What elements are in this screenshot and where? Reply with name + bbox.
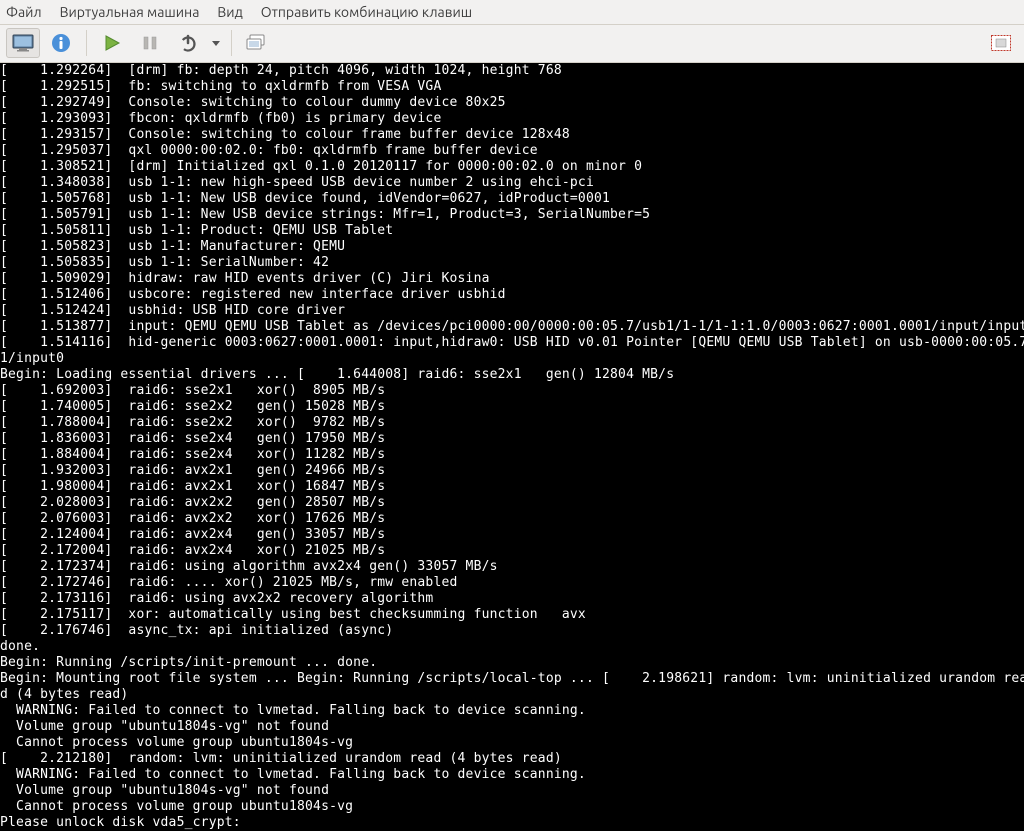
console-line: [ 1.292264] [drm] fb: depth 24, pitch 40…: [0, 63, 1024, 79]
console-line: [ 2.172004] raid6: avx2x4 xor() 21025 MB…: [0, 543, 1024, 559]
toolbar-separator: [86, 30, 87, 56]
console-line: [ 1.740005] raid6: sse2x2 gen() 15028 MB…: [0, 399, 1024, 415]
run-button[interactable]: [95, 28, 129, 58]
menu-view[interactable]: Вид: [217, 4, 242, 20]
console-line: [ 1.295037] qxl 0000:00:02.0: fb0: qxldr…: [0, 143, 1024, 159]
fullscreen-icon: [991, 35, 1011, 51]
console-line: Volume group "ubuntu1804s-vg" not found: [0, 719, 1024, 735]
vm-console[interactable]: [ 1.292264] [drm] fb: depth 24, pitch 40…: [0, 63, 1024, 831]
console-line: [ 2.124004] raid6: avx2x4 gen() 33057 MB…: [0, 527, 1024, 543]
console-line: [ 1.513877] input: QEMU QEMU USB Tablet …: [0, 319, 1024, 335]
play-icon: [103, 34, 121, 52]
monitor-icon: [12, 34, 34, 52]
console-line: [ 1.692003] raid6: sse2x1 xor() 8905 MB/…: [0, 383, 1024, 399]
fullscreen-button[interactable]: [984, 28, 1018, 58]
console-line: [ 1.348038] usb 1-1: new high-speed USB …: [0, 175, 1024, 191]
menubar: Файл Виртуальная машина Вид Отправить ко…: [0, 0, 1024, 25]
console-line: Cannot process volume group ubuntu1804s-…: [0, 799, 1024, 815]
console-line: [ 2.172746] raid6: .... xor() 21025 MB/s…: [0, 575, 1024, 591]
console-line: Begin: Loading essential drivers ... [ 1…: [0, 367, 1024, 383]
console-line: [ 1.509029] hidraw: raw HID events drive…: [0, 271, 1024, 287]
console-line: [ 1.932003] raid6: avx2x1 gen() 24966 MB…: [0, 463, 1024, 479]
console-line: Begin: Mounting root file system ... Beg…: [0, 671, 1024, 687]
console-line: [ 1.505811] usb 1-1: Product: QEMU USB T…: [0, 223, 1024, 239]
power-icon: [179, 34, 197, 52]
console-line: [ 2.175117] xor: automatically using bes…: [0, 607, 1024, 623]
info-icon: [51, 33, 71, 53]
power-button[interactable]: [171, 28, 205, 58]
console-line: d (4 bytes read): [0, 687, 1024, 703]
console-line: [ 1.505768] usb 1-1: New USB device foun…: [0, 191, 1024, 207]
console-line: [ 1.884004] raid6: sse2x4 xor() 11282 MB…: [0, 447, 1024, 463]
console-line: [ 2.028003] raid6: avx2x2 gen() 28507 MB…: [0, 495, 1024, 511]
toolbar-separator: [231, 30, 232, 56]
console-line: [ 1.292749] Console: switching to colour…: [0, 95, 1024, 111]
console-line: [ 1.505835] usb 1-1: SerialNumber: 42: [0, 255, 1024, 271]
console-line: [ 2.172374] raid6: using algorithm avx2x…: [0, 559, 1024, 575]
console-line: [ 2.076003] raid6: avx2x2 xor() 17626 MB…: [0, 511, 1024, 527]
chevron-down-icon: [212, 41, 220, 46]
console-line: 1/input0: [0, 351, 1024, 367]
console-line: [ 1.980004] raid6: avx2x1 xor() 16847 MB…: [0, 479, 1024, 495]
console-line: done.: [0, 639, 1024, 655]
console-line: [ 2.173116] raid6: using avx2x2 recovery…: [0, 591, 1024, 607]
menu-vm[interactable]: Виртуальная машина: [60, 4, 200, 20]
console-line: [ 2.176746] async_tx: api initialized (a…: [0, 623, 1024, 639]
console-line: [ 1.514116] hid-generic 0003:0627:0001.0…: [0, 335, 1024, 351]
console-line: [ 1.505791] usb 1-1: New USB device stri…: [0, 207, 1024, 223]
console-line: [ 1.512424] usbhid: USB HID core driver: [0, 303, 1024, 319]
console-line: [ 1.788004] raid6: sse2x2 xor() 9782 MB/…: [0, 415, 1024, 431]
info-button[interactable]: [44, 28, 78, 58]
toolbar: [0, 25, 1024, 63]
console-line: Please unlock disk vda5_crypt:: [0, 815, 1024, 831]
console-line: Begin: Running /scripts/init-premount ..…: [0, 655, 1024, 671]
menu-file[interactable]: Файл: [6, 4, 42, 20]
power-dropdown[interactable]: [209, 28, 223, 58]
console-button[interactable]: [6, 28, 40, 58]
pause-button[interactable]: [133, 28, 167, 58]
pause-icon: [142, 35, 158, 51]
console-line: [ 1.308521] [drm] Initialized qxl 0.1.0 …: [0, 159, 1024, 175]
console-line: Cannot process volume group ubuntu1804s-…: [0, 735, 1024, 751]
console-line: [ 1.836003] raid6: sse2x4 gen() 17950 MB…: [0, 431, 1024, 447]
console-line: [ 1.293093] fbcon: qxldrmfb (fb0) is pri…: [0, 111, 1024, 127]
console-line: Volume group "ubuntu1804s-vg" not found: [0, 783, 1024, 799]
console-line: WARNING: Failed to connect to lvmetad. F…: [0, 767, 1024, 783]
console-line: WARNING: Failed to connect to lvmetad. F…: [0, 703, 1024, 719]
console-line: [ 1.512406] usbcore: registered new inte…: [0, 287, 1024, 303]
snapshots-button[interactable]: [240, 28, 274, 58]
console-line: [ 1.505823] usb 1-1: Manufacturer: QEMU: [0, 239, 1024, 255]
snapshots-icon: [246, 34, 268, 52]
console-line: [ 2.212180] random: lvm: uninitialized u…: [0, 751, 1024, 767]
console-line: [ 1.293157] Console: switching to colour…: [0, 127, 1024, 143]
menu-sendkey[interactable]: Отправить комбинацию клавиш: [261, 4, 472, 20]
console-line: [ 1.292515] fb: switching to qxldrmfb fr…: [0, 79, 1024, 95]
